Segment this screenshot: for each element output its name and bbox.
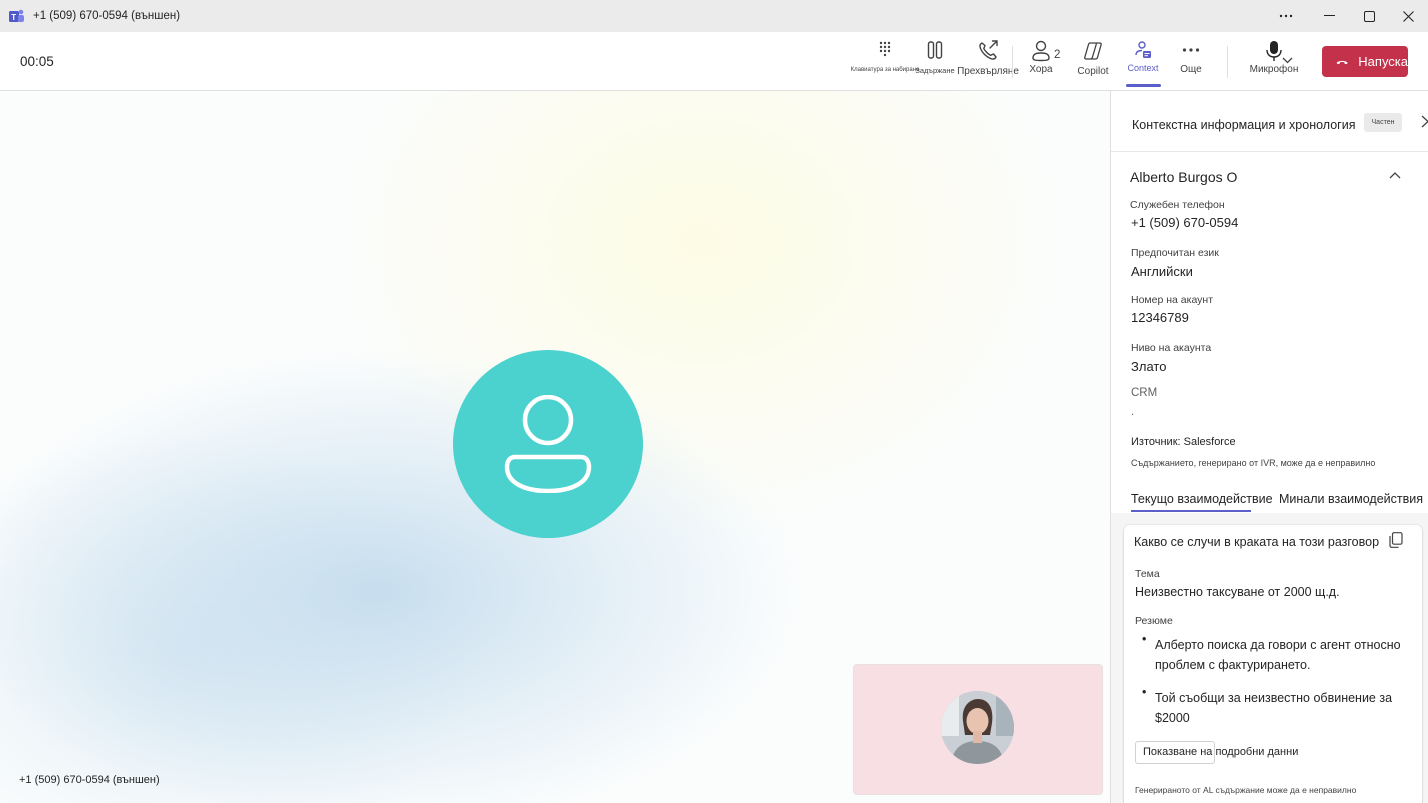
active-tab-underline	[1131, 510, 1251, 512]
hold-label: Задържане	[915, 66, 955, 75]
context-button[interactable]: Context	[1123, 40, 1163, 86]
transfer-label: Прехвърляне	[957, 66, 1019, 77]
language-label: Предпочитан език	[1131, 247, 1219, 259]
active-tab-indicator	[1126, 84, 1161, 87]
chevron-up-icon[interactable]	[1389, 171, 1401, 179]
pause-icon	[927, 41, 943, 59]
bullet-dot: •	[1142, 685, 1147, 699]
crm-value: .	[1131, 406, 1135, 418]
language-value: Английски	[1131, 264, 1193, 279]
hold-button[interactable]: Задържане	[914, 40, 956, 86]
account-number-label: Номер на акаунт	[1131, 294, 1214, 306]
people-label: Хора	[1029, 64, 1053, 75]
person-icon	[504, 395, 592, 493]
phone-hangup-icon	[1336, 60, 1348, 64]
ivr-disclaimer: Съдържанието, генерирано от IVR, може да…	[1131, 458, 1376, 468]
copilot-label: Copilot	[1077, 66, 1109, 77]
private-badge: Частен	[1364, 113, 1402, 132]
minimize-icon[interactable]	[1309, 0, 1349, 32]
self-video-tile[interactable]	[853, 664, 1103, 795]
account-tier-value: Злато	[1131, 359, 1167, 374]
source-label: Източник: Salesforce	[1131, 436, 1236, 448]
more-icon[interactable]	[1266, 0, 1306, 32]
copy-icon[interactable]	[1389, 532, 1403, 548]
dialpad-button[interactable]: Клавиатура за набиране	[851, 40, 919, 86]
account-number-value: 12346789	[1131, 310, 1189, 325]
account-tier-label: Ниво на акаунта	[1131, 342, 1212, 354]
transfer-button[interactable]: Прехвърляне	[957, 40, 1019, 86]
svg-text:T: T	[11, 13, 16, 22]
call-timer: 00:05	[20, 54, 54, 69]
contact-name: Alberto Burgos O	[1130, 169, 1238, 185]
work-phone-value: +1 (509) 670-0594	[1131, 215, 1239, 230]
maximize-icon[interactable]	[1349, 0, 1389, 32]
caller-avatar	[453, 350, 643, 538]
copilot-icon	[1084, 42, 1102, 60]
toolbar-divider	[1012, 46, 1013, 78]
microphone-icon	[1266, 41, 1282, 61]
summary-bullet: Алберто поиска да говори с агент относно…	[1155, 638, 1401, 672]
call-toolbar: 00:05 Клавиатура за набиране Задържане П…	[0, 32, 1428, 91]
context-panel: Контекстна информация и хронология Часте…	[1110, 91, 1428, 803]
people-button[interactable]: Хора	[1024, 40, 1058, 86]
summary-label: Резюме	[1135, 615, 1173, 627]
more-horizontal-icon	[1182, 48, 1200, 52]
panel-divider	[1111, 151, 1428, 152]
chevron-down-icon[interactable]	[1282, 57, 1293, 64]
toolbar-divider	[1227, 46, 1228, 78]
hangup-button[interactable]: Напуска	[1322, 46, 1408, 77]
topic-label: Тема	[1135, 568, 1160, 580]
card-heading: Какво се случи в краката на този разгово…	[1134, 535, 1380, 549]
hangup-label: Напуска	[1358, 54, 1408, 69]
teams-logo-icon: T	[9, 9, 24, 22]
ai-disclaimer: Генерираното от AL съдържание може да е …	[1135, 785, 1357, 795]
summary-bullet: Той съобщи за неизвестно обвинение за $2…	[1155, 691, 1393, 725]
person-icon	[1032, 40, 1050, 62]
chevron-right-icon[interactable]	[1421, 115, 1428, 128]
title-bar: T +1 (509) 670-0594 (външен)	[0, 0, 1428, 32]
close-icon[interactable]	[1388, 0, 1428, 32]
context-label: Context	[1127, 63, 1159, 73]
caller-name-label: +1 (509) 670-0594 (външен)	[19, 774, 160, 786]
tab-past-interactions[interactable]: Минали взаимодействия	[1279, 492, 1423, 506]
context-card-icon	[1135, 41, 1151, 58]
phone-transfer-icon	[979, 40, 998, 60]
people-count-badge: 2	[1054, 49, 1061, 61]
more-actions-button[interactable]: Още	[1174, 40, 1208, 86]
self-avatar	[941, 691, 1014, 764]
summary-card: Какво се случи в краката на този разгово…	[1124, 525, 1422, 803]
panel-title: Контекстна информация и хронология	[1132, 118, 1356, 132]
dialpad-icon	[879, 41, 891, 57]
show-details-label: Показване на подробни данни	[1143, 746, 1299, 758]
copilot-button[interactable]: Copilot	[1072, 40, 1114, 86]
dialpad-label: Клавиатура за набиране	[850, 67, 920, 73]
bullet-dot: •	[1142, 632, 1147, 646]
work-phone-label: Служебен телефон	[1130, 199, 1225, 211]
user-photo-icon	[941, 691, 1014, 764]
topic-value: Неизвестно таксуване от 2000 щ.д.	[1135, 585, 1340, 599]
call-stage: +1 (509) 670-0594 (външен)	[0, 91, 1110, 803]
crm-label: CRM	[1131, 387, 1158, 399]
microphone-label: Микрофон	[1249, 64, 1299, 75]
window-title: +1 (509) 670-0594 (външен)	[33, 10, 181, 22]
more-label: Още	[1180, 64, 1202, 75]
tab-current-interaction[interactable]: Текущо взаимодействие	[1131, 492, 1273, 506]
